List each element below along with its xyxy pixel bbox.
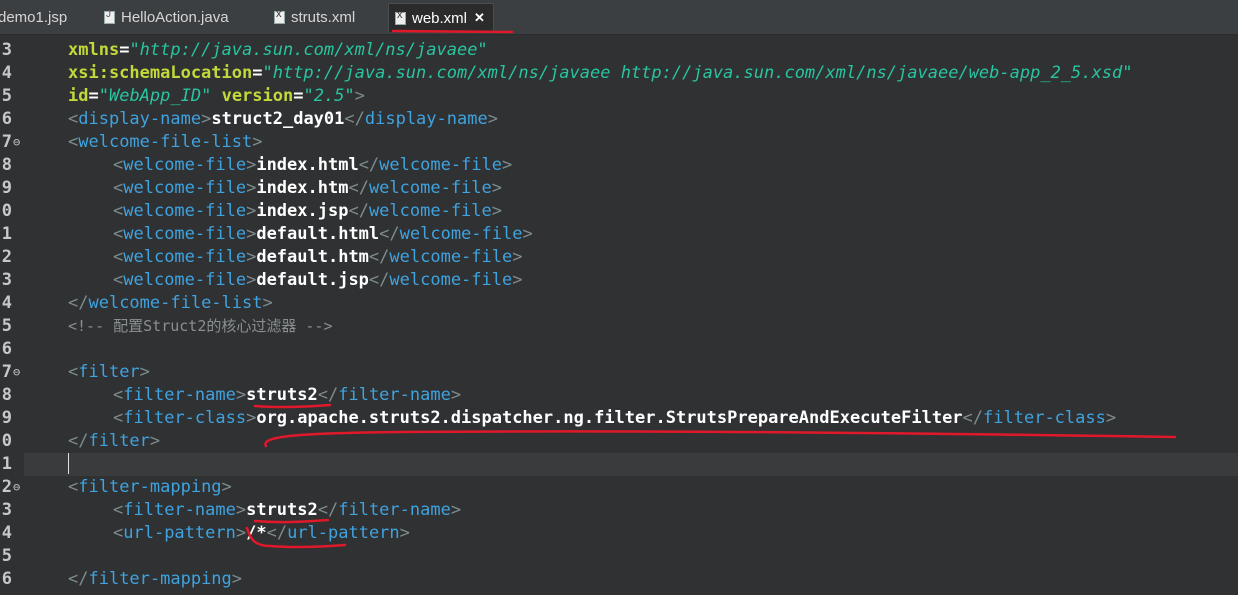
tab-label: HelloAction.java	[121, 8, 229, 26]
code-line: id="WebApp_ID" version="2.5">	[68, 86, 365, 106]
code-line: <filter-name>struts2</filter-name>	[113, 385, 462, 405]
line-number: 6	[1, 339, 12, 359]
tab-demo1-jsp[interactable]: demo1.jsp	[0, 4, 67, 30]
fold-marker-icon[interactable]: ⊖	[13, 476, 21, 499]
line-number: 5	[1, 546, 12, 566]
tab-struts-xml[interactable]: struts.xml	[274, 4, 355, 30]
line-number: 0	[1, 431, 12, 451]
code-line: <filter-name>struts2</filter-name>	[113, 500, 462, 520]
line-number: 1	[1, 224, 12, 244]
tab-label: web.xml	[412, 9, 468, 27]
xml-file-icon	[395, 9, 406, 25]
fold-marker-icon[interactable]: ⊖	[13, 361, 21, 384]
tab-helloaction-java[interactable]: HelloAction.java	[104, 4, 229, 30]
line-number: 1	[1, 454, 12, 474]
line-number: 7	[1, 362, 12, 382]
line-number: 8	[1, 385, 12, 405]
code-line: </filter>	[68, 431, 161, 451]
code-line: <filter-mapping>	[68, 477, 232, 497]
current-line-highlight	[24, 453, 1238, 476]
line-number: 6	[1, 569, 12, 589]
tab-label: struts.xml	[291, 8, 356, 26]
line-number: 5	[1, 86, 12, 106]
line-number: 3	[1, 270, 12, 290]
line-number: 6	[1, 109, 12, 129]
line-number: 2	[1, 247, 12, 267]
xml-file-icon	[274, 8, 285, 24]
code-line: <welcome-file>index.htm</welcome-file>	[113, 178, 503, 198]
line-number: 5	[1, 316, 12, 336]
close-tab-icon[interactable]: ✕	[474, 10, 485, 26]
line-number: 2	[1, 477, 12, 497]
line-number: 3	[1, 500, 12, 520]
code-line: <welcome-file>default.jsp</welcome-file>	[113, 270, 523, 290]
code-editor[interactable]: 3 4 5 6 7 ⊖ 8 9 0 1 2 3 4 5 6 7 ⊖ 8 9 0 …	[0, 35, 1238, 595]
code-line: xsi:schemaLocation="http://java.sun.com/…	[68, 63, 1133, 83]
code-line: xmlns="http://java.sun.com/xml/ns/javaee…	[68, 40, 488, 60]
line-number: 4	[1, 63, 12, 83]
code-line: <welcome-file>index.jsp</welcome-file>	[113, 201, 503, 221]
line-number: 8	[1, 155, 12, 175]
line-number: 7	[1, 132, 12, 152]
line-number: 0	[1, 201, 12, 221]
code-line: <welcome-file-list>	[68, 132, 263, 152]
text-caret	[68, 453, 69, 474]
line-number-gutter: 3 4 5 6 7 ⊖ 8 9 0 1 2 3 4 5 6 7 ⊖ 8 9 0 …	[0, 35, 22, 595]
fold-marker-icon[interactable]: ⊖	[13, 131, 21, 154]
code-line: <welcome-file>default.htm</welcome-file>	[113, 247, 523, 267]
code-comment: <!-- 配置Struct2的核心过滤器 -->	[68, 317, 333, 335]
code-line: <welcome-file>default.html</welcome-file…	[113, 224, 533, 244]
code-line: <url-pattern>/*</url-pattern>	[113, 523, 410, 543]
code-line: <filter>	[68, 362, 150, 382]
code-line: </filter-mapping>	[68, 569, 243, 589]
code-line: <display-name>struct2_day01</display-nam…	[68, 109, 498, 129]
tab-label: demo1.jsp	[0, 8, 68, 26]
line-number: 4	[1, 293, 12, 313]
line-number: 4	[1, 523, 12, 543]
line-number: 9	[1, 178, 12, 198]
tab-web-xml[interactable]: web.xml ✕	[388, 3, 494, 32]
editor-tab-bar: demo1.jsp HelloAction.java struts.xml we…	[0, 0, 1238, 35]
line-number: 9	[1, 408, 12, 428]
code-line: <filter-class>org.apache.struts2.dispatc…	[113, 408, 1117, 428]
line-number: 3	[1, 40, 12, 60]
code-line: </welcome-file-list>	[68, 293, 273, 313]
java-file-icon	[104, 9, 115, 24]
code-line: <welcome-file>index.html</welcome-file>	[113, 155, 513, 175]
